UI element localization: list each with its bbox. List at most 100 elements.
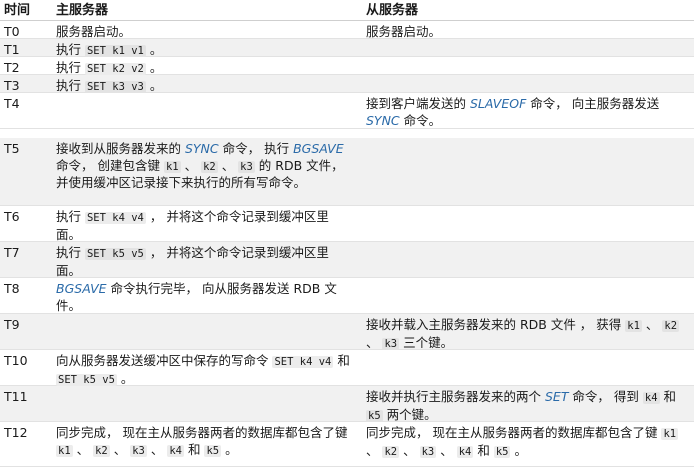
- inline-code: k2: [93, 444, 110, 457]
- inline-code: k2: [662, 320, 680, 332]
- cell-text: 。: [116, 370, 134, 386]
- header-slave: 从服务器: [366, 3, 419, 18]
- cell-text: 命令， 创建包含键: [56, 157, 164, 173]
- table-row: T2 执行 SET k2 v2 。: [0, 57, 694, 75]
- table-row: T6 执行 SET k4 v4 ， 并将这个命令记录到缓冲区里面。: [0, 206, 694, 242]
- slave-cell: 接到客户端发送的 SLAVEOF 命令， 向主服务器发送 SYNC 命令。: [366, 96, 692, 129]
- cell-text: 执行: [56, 209, 85, 224]
- cell-text: 。: [221, 441, 238, 457]
- cell-text: 三个键。: [399, 334, 454, 350]
- inline-code: k4: [456, 445, 474, 458]
- cell-text: 和: [183, 441, 205, 457]
- master-cell: 接收到从服务器发来的 SYNC 命令， 执行 BGSAVE 命令， 创建包含键 …: [56, 141, 352, 192]
- cell-text: 。: [145, 78, 163, 93]
- table-row: T12 同步完成， 现在主从服务器两者的数据库都包含了键 k1 、 k2 、 k3…: [0, 422, 694, 467]
- table-row: T3 执行 SET k3 v3 。: [0, 75, 694, 93]
- cell-text: 和: [333, 353, 350, 368]
- inline-code: k1: [661, 428, 679, 440]
- table-row: T10 向从服务器发送缓冲区中保存的写命令 SET k4 v4 和 SET k5 …: [0, 350, 694, 386]
- cell-text: 、: [641, 317, 663, 332]
- inline-code: SET k5 v5: [84, 248, 146, 260]
- time-cell: T6: [4, 209, 20, 224]
- command-keyword: BGSAVE: [293, 141, 344, 156]
- cell-text: 和: [659, 389, 677, 404]
- table-row: T7 执行 SET k5 v5 ， 并将这个命令记录到缓冲区里面。: [0, 242, 694, 278]
- slave-cell: 接收并执行主服务器发来的两个 SET 命令， 得到 k4 和 k5 两个键。: [366, 389, 692, 424]
- inline-code: k3: [238, 160, 255, 173]
- inline-code: k1: [56, 444, 73, 457]
- cell-text: 和: [473, 442, 494, 458]
- time-cell: T4: [4, 96, 20, 111]
- cell-text: 执行: [56, 42, 85, 57]
- time-cell: T10: [4, 353, 28, 368]
- cell-text: 、: [180, 157, 202, 173]
- cell-text: 、: [72, 441, 94, 457]
- slave-cell: 同步完成， 现在主从服务器两者的数据库都包含了键 k1 、 k2 、 k3 、 …: [366, 425, 692, 460]
- time-cell: T9: [4, 317, 20, 332]
- inline-code: k3: [419, 445, 437, 458]
- time-cell: T12: [4, 425, 28, 440]
- inline-code: SET k5 v5: [56, 373, 117, 386]
- cell-text: 、: [146, 441, 168, 457]
- cell-text: 接到客户端发送的: [366, 96, 470, 111]
- cell-text: 、: [366, 442, 383, 458]
- command-keyword: SLAVEOF: [469, 96, 527, 111]
- cell-text: 同步完成， 现在主从服务器两者的数据库都包含了键: [366, 425, 662, 440]
- time-cell: T7: [4, 245, 20, 260]
- master-cell: BGSAVE 命令执行完毕， 向从服务器发送 RDB 文件。: [56, 281, 352, 314]
- cell-text: 、: [217, 157, 239, 173]
- cell-text: 同步完成， 现在主从服务器两者的数据库都包含了键: [56, 425, 348, 440]
- table-row: T4 接到客户端发送的 SLAVEOF 命令， 向主服务器发送 SYNC 命令。: [0, 93, 694, 129]
- cell-text: 服务器启动。: [366, 24, 442, 39]
- inline-code: k5: [204, 444, 222, 457]
- cell-text: 接收并载入主服务器发来的 RDB 文件 ， 获得: [366, 317, 626, 332]
- inline-code: SET k3 v3: [84, 81, 146, 93]
- cell-text: 接收到从服务器发来的: [56, 141, 185, 156]
- inline-code: SET k4 v4: [272, 356, 334, 368]
- master-cell: 向从服务器发送缓冲区中保存的写命令 SET k4 v4 和 SET k5 v5 …: [56, 353, 352, 388]
- cell-text: 服务器启动。: [56, 24, 132, 39]
- time-cell: T11: [4, 389, 28, 404]
- command-keyword: SYNC: [366, 112, 400, 128]
- cell-text: 命令， 执行: [218, 141, 294, 156]
- table-row: T8 BGSAVE 命令执行完毕， 向从服务器发送 RDB 文件。: [0, 278, 694, 314]
- inline-code: k1: [163, 160, 181, 173]
- header-time: 时间: [4, 3, 31, 18]
- master-cell: 同步完成， 现在主从服务器两者的数据库都包含了键 k1 、 k2 、 k3 、 …: [56, 425, 352, 459]
- cell-text: 、: [366, 334, 383, 350]
- cell-text: 接收并执行主服务器发来的两个: [366, 389, 545, 404]
- table-row: T5 接收到从服务器发来的 SYNC 命令， 执行 BGSAVE 命令， 创建包含…: [0, 138, 694, 206]
- cell-text: 、: [109, 441, 131, 457]
- master-cell: 执行 SET k5 v5 ， 并将这个命令记录到缓冲区里面。: [56, 245, 352, 279]
- cell-text: 向从服务器发送缓冲区中保存的写命令: [56, 353, 273, 368]
- cell-text: 执行: [56, 78, 85, 93]
- table-row: T11 接收并执行主服务器发来的两个 SET 命令， 得到 k4 和 k5 两个键…: [0, 386, 694, 422]
- inline-code: k5: [366, 409, 383, 422]
- cell-text: 。: [510, 442, 527, 458]
- cell-text: 命令， 得到: [568, 389, 643, 404]
- table-header-row: 时间 主服务器 从服务器: [0, 0, 694, 21]
- inline-code: SET k1 v1: [84, 45, 146, 57]
- cell-text: 执行: [56, 60, 85, 75]
- master-cell: 执行 SET k4 v4 ， 并将这个命令记录到缓冲区里面。: [56, 209, 352, 243]
- header-master: 主服务器: [56, 3, 109, 18]
- inline-code: k4: [167, 444, 184, 457]
- inline-code: SET k2 v2: [84, 63, 146, 75]
- inline-code: SET k4 v4: [84, 212, 146, 224]
- time-cell: T8: [4, 281, 20, 296]
- cell-text: 命令。: [399, 112, 442, 128]
- command-keyword: SET: [544, 389, 569, 404]
- slave-cell: 接收并载入主服务器发来的 RDB 文件 ， 获得 k1 、 k2 、 k3 三个…: [366, 317, 692, 352]
- inline-code: k4: [642, 392, 660, 404]
- table-row: T0 服务器启动。 服务器启动。: [0, 21, 694, 39]
- time-cell: T5: [4, 141, 20, 156]
- cell-text: 执行: [56, 245, 85, 260]
- inline-code: k2: [201, 160, 218, 173]
- table-row: T9 接收并载入主服务器发来的 RDB 文件 ， 获得 k1 、 k2 、 k3 …: [0, 314, 694, 350]
- cell-text: 命令， 向主服务器发送: [526, 96, 660, 111]
- inline-code: k3: [130, 444, 147, 457]
- inline-code: k5: [493, 445, 511, 458]
- cell-text: 、: [436, 442, 457, 458]
- cell-text: 。: [145, 42, 163, 57]
- table-row: T1 执行 SET k1 v1 。: [0, 39, 694, 57]
